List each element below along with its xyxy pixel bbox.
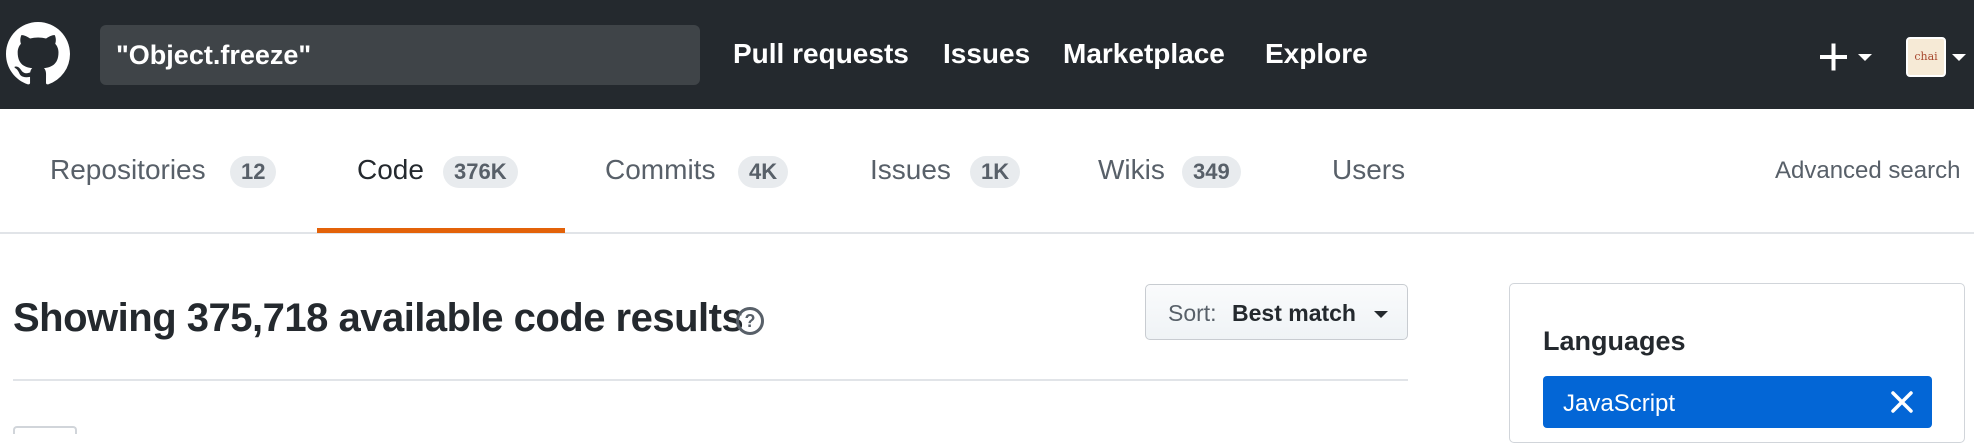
tab-wikis[interactable]: Wikis 349 <box>1098 109 1258 233</box>
plus-icon <box>1820 43 1872 71</box>
nav-pull-requests[interactable]: Pull requests <box>733 38 909 70</box>
tab-count: 376K <box>443 156 518 188</box>
nav-marketplace[interactable]: Marketplace <box>1063 38 1225 70</box>
chevron-down-icon[interactable] <box>1952 54 1966 61</box>
tab-code[interactable]: Code 376K <box>357 109 537 233</box>
results-divider <box>13 379 1408 381</box>
search-type-tabs: Repositories 12 Code 376K Commits 4K Iss… <box>0 109 1974 234</box>
tab-label: Commits <box>605 154 716 185</box>
nav-issues[interactable]: Issues <box>943 38 1030 70</box>
tab-label: Users <box>1332 154 1406 185</box>
help-icon[interactable]: ? <box>736 307 764 335</box>
tab-count: 12 <box>230 156 277 188</box>
tab-count: 4K <box>738 156 789 188</box>
create-new-button[interactable] <box>1818 40 1874 74</box>
tab-count: 1K <box>970 156 1021 188</box>
tab-label: Repositories <box>50 154 206 185</box>
language-label: JavaScript <box>1563 390 1676 417</box>
tab-issues[interactable]: Issues 1K <box>870 109 1021 233</box>
language-filter-javascript[interactable]: JavaScript <box>1543 376 1932 428</box>
close-icon[interactable] <box>1888 388 1916 416</box>
tab-label: Wikis <box>1098 154 1165 185</box>
tab-count: 349 <box>1182 156 1241 188</box>
result-item <box>13 426 77 434</box>
results-count-heading: Showing 375,718 available code results <box>13 296 744 340</box>
avatar-label: chai <box>1914 50 1938 63</box>
languages-heading: Languages <box>1543 326 1686 356</box>
sort-prefix-label: Sort: <box>1168 300 1217 326</box>
tab-users[interactable]: Users <box>1332 109 1422 233</box>
tab-label: Issues <box>870 154 951 185</box>
tab-repositories[interactable]: Repositories 12 <box>50 109 290 233</box>
chevron-down-icon <box>1374 311 1388 318</box>
search-input[interactable]: "Object.freeze" <box>100 25 700 85</box>
global-header: "Object.freeze" Pull requests Issues Mar… <box>0 0 1974 109</box>
github-logo-icon[interactable] <box>6 22 70 86</box>
active-tab-indicator <box>317 228 565 233</box>
languages-filter-panel: Languages JavaScript <box>1509 283 1965 443</box>
tab-commits[interactable]: Commits 4K <box>605 109 795 233</box>
tab-label: Code <box>357 154 424 185</box>
search-query-text: "Object.freeze" <box>116 40 312 70</box>
user-avatar[interactable]: chai <box>1906 37 1946 77</box>
advanced-search-link[interactable]: Advanced search <box>1775 157 1960 185</box>
sort-selected-value: Best match <box>1232 300 1356 326</box>
nav-explore[interactable]: Explore <box>1265 38 1368 70</box>
sort-dropdown-button[interactable]: Sort: Best match <box>1145 284 1408 340</box>
